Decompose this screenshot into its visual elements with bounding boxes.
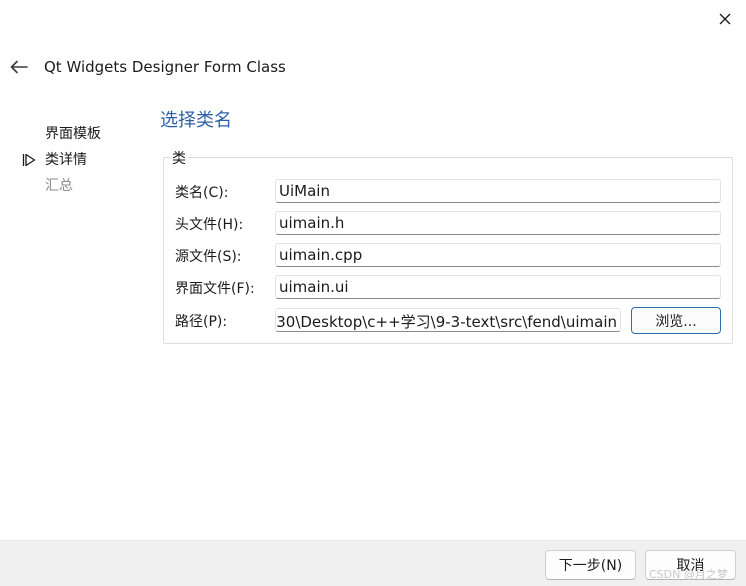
browse-button[interactable]: 浏览...	[631, 307, 721, 334]
title-bar	[0, 0, 746, 4]
wizard-footer: 下一步(N) 取消	[0, 540, 746, 586]
path-label: 路径(P):	[175, 314, 228, 330]
header-file-row: 头文件(H): uimain.h	[175, 211, 725, 237]
wizard-steps: 界面模板 类详情 汇总	[20, 124, 140, 202]
next-button[interactable]: 下一步(N)	[545, 550, 636, 580]
step-class-details: 类详情	[20, 150, 140, 176]
class-name-input[interactable]: UiMain	[275, 179, 721, 203]
wizard-title: Qt Widgets Designer Form Class	[44, 58, 286, 76]
path-input[interactable]: 130\Desktop\c++学习\9-3-text\src\fend\uima…	[275, 308, 621, 332]
header-file-input[interactable]: uimain.h	[275, 211, 721, 235]
source-file-label: 源文件(S):	[175, 249, 242, 265]
source-file-input[interactable]: uimain.cpp	[275, 243, 721, 267]
form-file-label: 界面文件(F):	[175, 281, 255, 297]
class-name-label: 类名(C):	[175, 185, 229, 201]
class-name-row: 类名(C): UiMain	[175, 179, 725, 205]
form-file-input[interactable]: uimain.ui	[275, 275, 721, 299]
step-label: 汇总	[45, 178, 73, 194]
current-step-icon	[22, 153, 36, 167]
group-title: 类	[170, 148, 188, 168]
watermark: CSDN @月之梦	[649, 568, 728, 581]
path-value: 130\Desktop\c++学习\9-3-text\src\fend\uima…	[275, 313, 617, 331]
close-icon	[719, 13, 731, 25]
path-row: 路径(P): 130\Desktop\c++学习\9-3-text\src\fe…	[175, 307, 725, 334]
close-button[interactable]	[711, 6, 739, 32]
step-form-template: 界面模板	[20, 124, 140, 150]
step-label: 类详情	[45, 152, 87, 168]
back-arrow-icon	[10, 60, 28, 74]
header-file-label: 头文件(H):	[175, 217, 244, 233]
form-file-row: 界面文件(F): uimain.ui	[175, 275, 725, 301]
page-title: 选择类名	[160, 110, 232, 131]
step-label: 界面模板	[45, 126, 101, 142]
back-button[interactable]	[6, 55, 32, 79]
step-summary: 汇总	[20, 176, 140, 202]
source-file-row: 源文件(S): uimain.cpp	[175, 243, 725, 269]
